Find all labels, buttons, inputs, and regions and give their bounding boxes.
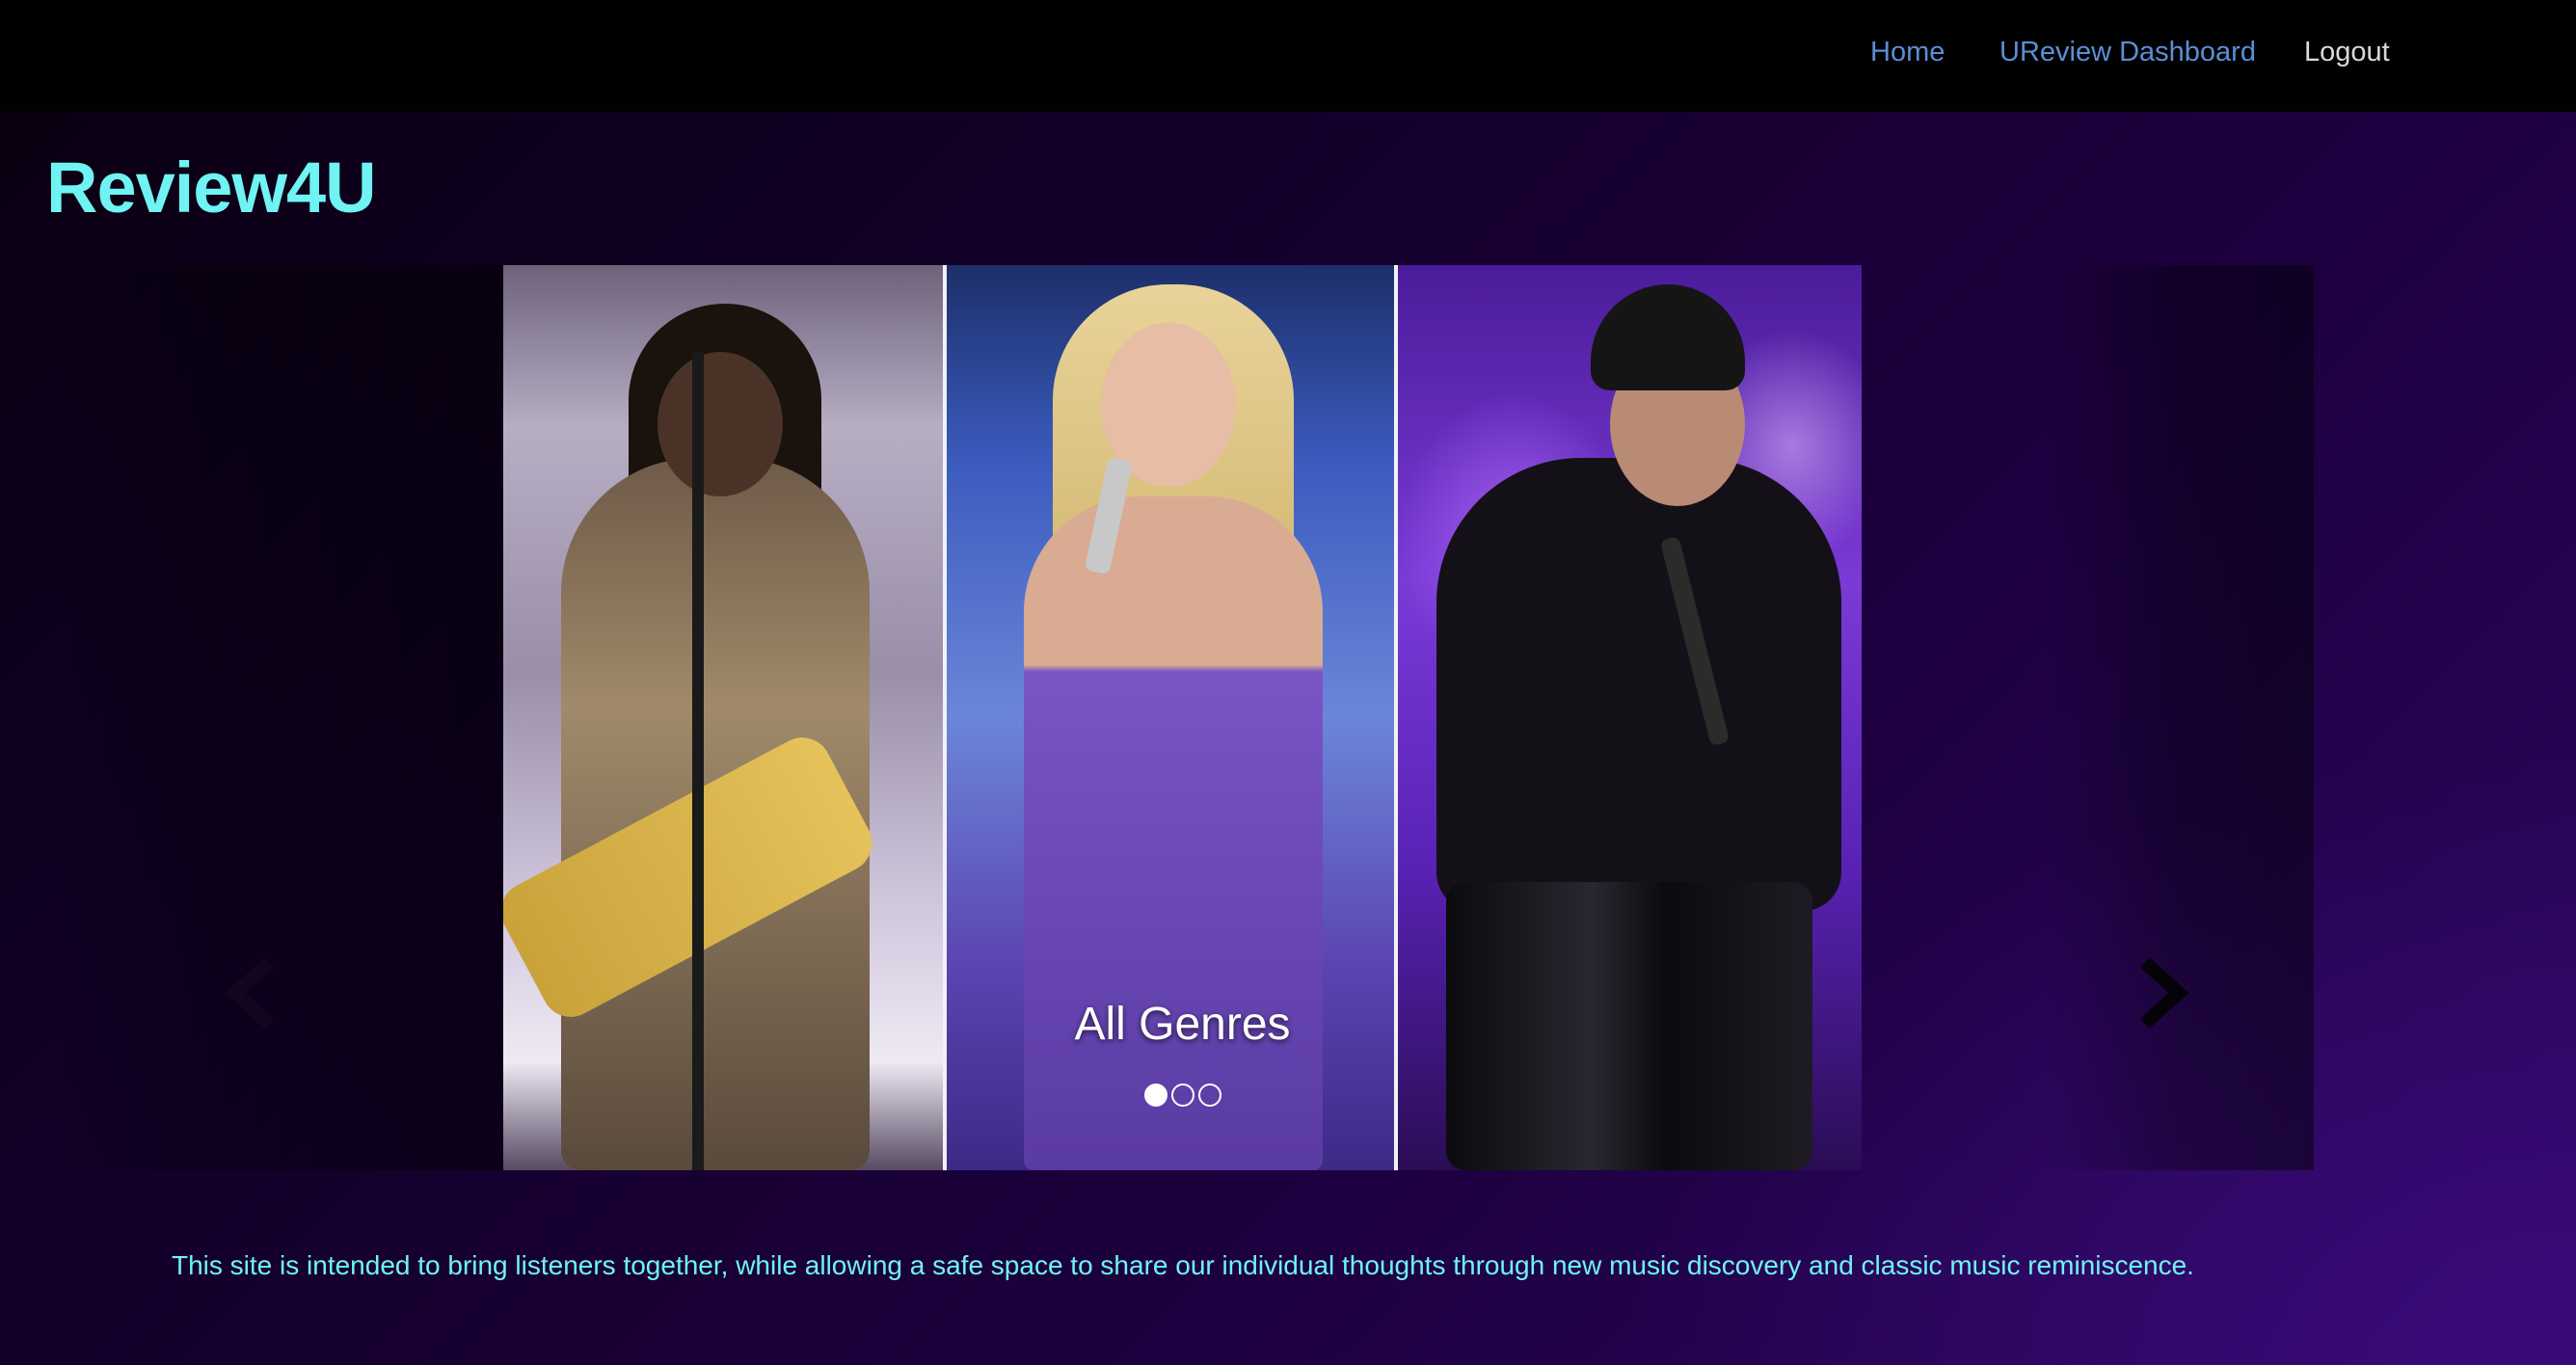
performer-body [1024,496,1323,1170]
carousel-indicators [503,1084,1862,1107]
carousel-slide-image: All Genres [503,265,1862,1170]
carousel-indicator-2[interactable] [1170,1084,1194,1107]
performer-head [657,352,783,496]
performer-cap [1591,284,1745,390]
performer-body [1436,458,1841,911]
top-navbar: Home UReview Dashboard Logout [0,0,2576,112]
carousel-prev-button[interactable] [214,940,291,1046]
site-title: Review4U [46,147,377,228]
carousel-indicator-3[interactable] [1197,1084,1221,1107]
chevron-left-icon [225,957,274,1029]
genre-carousel: All Genres [50,265,2314,1170]
carousel-next-button[interactable] [2123,940,2200,1046]
nav-dashboard-link[interactable]: UReview Dashboard [1999,35,2256,69]
carousel-indicator-1[interactable] [1143,1084,1167,1107]
nav-home-link[interactable]: Home [1870,35,1945,69]
nav-logout-link[interactable]: Logout [2304,35,2390,69]
carousel-caption: All Genres [1074,999,1291,1050]
chevron-right-icon [2140,957,2189,1029]
site-description: This site is intended to bring listeners… [172,1250,2194,1280]
